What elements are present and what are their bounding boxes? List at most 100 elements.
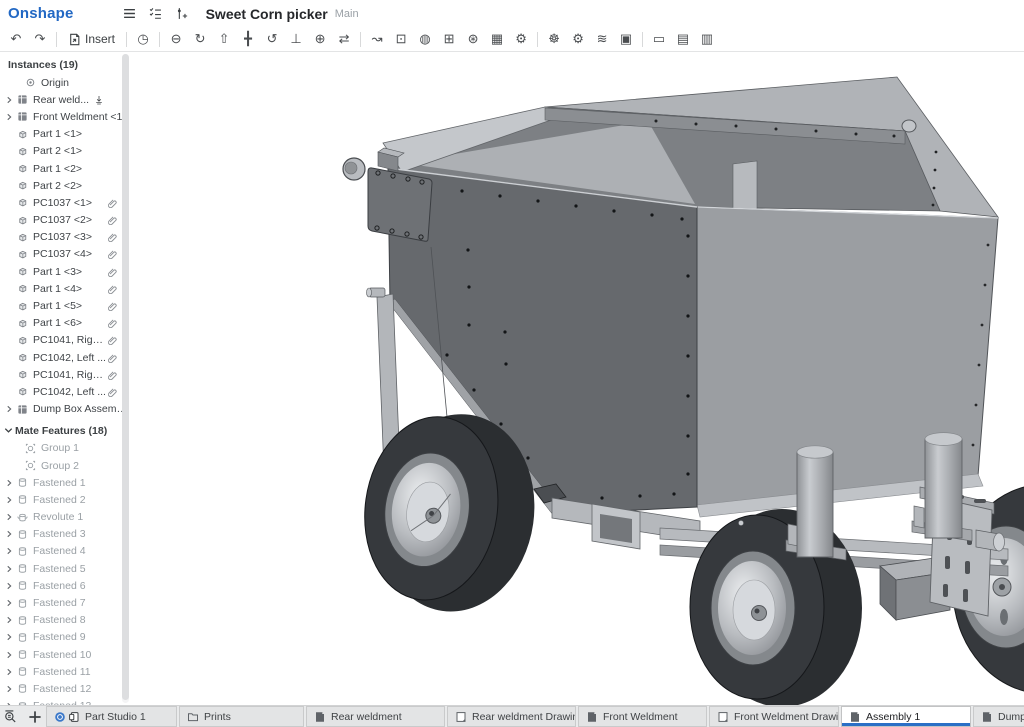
tree-item-part-1-3[interactable]: Part 1 <3> — [0, 263, 130, 280]
limit-mate-icon[interactable]: ⇄ — [332, 27, 356, 51]
bom-icon[interactable]: ▥ — [695, 27, 719, 51]
tree-item-pc1037-3[interactable]: PC1037 <3> — [0, 229, 130, 246]
tree-item-fastened-9[interactable]: Fastened 9 — [0, 629, 130, 646]
chevron-right-icon[interactable] — [4, 546, 17, 556]
tree-item-part-1-1[interactable]: Part 1 <1> — [0, 126, 130, 143]
chevron-right-icon[interactable] — [4, 564, 17, 574]
translate-part-icon[interactable]: ╋ — [236, 27, 260, 51]
chevron-right-icon[interactable] — [4, 404, 17, 414]
mate-relations-icon[interactable]: ⚙ — [509, 27, 533, 51]
tab-part-studio-1[interactable]: Part Studio 1 — [46, 706, 177, 727]
display-states-icon[interactable]: ▭ — [647, 27, 671, 51]
tab-rear-weldment-drawing-1[interactable]: Rear weldment Drawing 1 — [447, 706, 576, 727]
tab-assembly-1[interactable]: Assembly 1 — [841, 706, 971, 727]
chevron-right-icon[interactable] — [4, 529, 17, 539]
drag-part-icon[interactable]: ⊛ — [461, 27, 485, 51]
rack-pinion-relation-icon[interactable]: ⚙ — [566, 27, 590, 51]
tree-item-fastened-12[interactable]: Fastened 12 — [0, 680, 130, 697]
tree-item-part-1-5[interactable]: Part 1 <5> — [0, 297, 130, 314]
model-sweet-corn-picker[interactable] — [130, 52, 1024, 705]
tree-item-group-2[interactable]: Group 2 — [0, 457, 130, 474]
chevron-right-icon[interactable] — [4, 112, 17, 122]
chevron-right-icon[interactable] — [4, 95, 17, 105]
tasks-list-icon[interactable] — [148, 6, 164, 22]
tree-item-fastened-2[interactable]: Fastened 2 — [0, 491, 130, 508]
tree-item-pc1037-1[interactable]: PC1037 <1> — [0, 194, 130, 211]
onshape-logo[interactable]: Onshape — [8, 5, 74, 22]
mate-features-header[interactable]: Mate Features (18) — [0, 418, 130, 440]
tree-item-fastened-10[interactable]: Fastened 10 — [0, 646, 130, 663]
instances-header[interactable]: Instances (19) — [0, 52, 130, 74]
tree-item-part-2-1[interactable]: Part 2 <1> — [0, 143, 130, 160]
chevron-right-icon[interactable] — [4, 495, 17, 505]
tree-item-pc1037-4[interactable]: PC1037 <4> — [0, 246, 130, 263]
chevron-right-icon[interactable] — [4, 478, 17, 488]
chevron-down-icon[interactable] — [3, 425, 15, 436]
history-icon[interactable]: ◷ — [131, 27, 155, 51]
create-version-icon[interactable] — [174, 6, 190, 22]
tree-item-pc1041-right[interactable]: PC1041, Right ... — [0, 332, 130, 349]
comment-icon[interactable]: ▤ — [671, 27, 695, 51]
redo-icon[interactable]: ↷ — [28, 27, 52, 51]
tree-item-pc1042-left[interactable]: PC1042, Left ... — [0, 349, 130, 366]
3d-viewport[interactable] — [130, 52, 1024, 705]
explode-view-icon[interactable]: ⊞ — [437, 27, 461, 51]
tab-front-weldment[interactable]: Front Weldment — [578, 706, 707, 727]
chevron-right-icon[interactable] — [4, 598, 17, 608]
post-cylinder-left[interactable] — [797, 446, 833, 557]
chevron-right-icon[interactable] — [4, 581, 17, 591]
post-cylinder-right[interactable] — [925, 433, 962, 538]
tree-item-dump-box-assembly[interactable]: Dump Box Assembly ... — [0, 401, 130, 418]
tab-prints[interactable]: Prints — [179, 706, 304, 727]
rotate-part-icon[interactable]: ↺ — [260, 27, 284, 51]
rear-left-wheel[interactable] — [690, 509, 862, 705]
hamburger-menu-icon[interactable] — [122, 6, 138, 22]
screw-relation-icon[interactable]: ≋ — [590, 27, 614, 51]
tree-item-part-1-4[interactable]: Part 1 <4> — [0, 280, 130, 297]
revolute-mate-icon[interactable]: ↻ — [188, 27, 212, 51]
chevron-right-icon[interactable] — [4, 512, 17, 522]
pattern-icon[interactable]: ▦ — [485, 27, 509, 51]
tree-item-origin[interactable]: Origin — [0, 74, 130, 91]
tree-item-fastened-6[interactable]: Fastened 6 — [0, 577, 130, 594]
gear-relation-icon[interactable]: ☸ — [542, 27, 566, 51]
chevron-right-icon[interactable] — [4, 667, 17, 677]
chevron-right-icon[interactable] — [4, 650, 17, 660]
mate-icon[interactable]: ⊖ — [164, 27, 188, 51]
tree-item-fastened-3[interactable]: Fastened 3 — [0, 526, 130, 543]
tree-item-revolute-1[interactable]: Revolute 1 — [0, 509, 130, 526]
tree-item-fastened-5[interactable]: Fastened 5 — [0, 560, 130, 577]
undo-icon[interactable]: ↶ — [4, 27, 28, 51]
tree-item-fastened-8[interactable]: Fastened 8 — [0, 612, 130, 629]
tree-item-fastened-4[interactable]: Fastened 4 — [0, 543, 130, 560]
replicate-icon[interactable]: ▣ — [614, 27, 638, 51]
tree-item-pc1037-2[interactable]: PC1037 <2> — [0, 212, 130, 229]
tree-item-fastened-1[interactable]: Fastened 1 — [0, 474, 130, 491]
tab-rear-weldment[interactable]: Rear weldment — [306, 706, 445, 727]
tree-item-fastened-13[interactable]: Fastened 13 — [0, 698, 130, 705]
sidebar-scrollbar-thumb[interactable] — [122, 54, 129, 700]
insert-button[interactable]: Insert — [61, 32, 122, 46]
tree-item-part-1-6[interactable]: Part 1 <6> — [0, 315, 130, 332]
tree-item-part-2-2[interactable]: Part 2 <2> — [0, 177, 130, 194]
chevron-right-icon[interactable] — [4, 615, 17, 625]
tree-item-pc1041-right[interactable]: PC1041, Right ... — [0, 366, 130, 383]
tree-item-group-1[interactable]: Group 1 — [0, 440, 130, 457]
tree-item-part-1-2[interactable]: Part 1 <2> — [0, 160, 130, 177]
tree-item-pc1042-left[interactable]: PC1042, Left ... — [0, 383, 130, 400]
planar-mate-icon[interactable]: ⊕ — [308, 27, 332, 51]
tab-dump[interactable]: Dump — [973, 706, 1024, 727]
animate-icon[interactable]: ↝ — [365, 27, 389, 51]
tree-item-rear-weld[interactable]: Rear weld... — [0, 91, 130, 108]
tree-item-front-weldment-1[interactable]: Front Weldment <1> — [0, 108, 130, 125]
tab-front-weldment-drawin[interactable]: Front Weldment Drawin... — [709, 706, 839, 727]
tree-item-fastened-7[interactable]: Fastened 7 — [0, 594, 130, 611]
chevron-right-icon[interactable] — [4, 684, 17, 694]
chevron-right-icon[interactable] — [4, 632, 17, 642]
search-tabs-icon[interactable] — [4, 709, 18, 725]
new-tab-icon[interactable] — [28, 709, 42, 725]
fastened-mate-icon[interactable]: ⇧ — [212, 27, 236, 51]
snap-mode-icon[interactable]: ⊥ — [284, 27, 308, 51]
select-other-icon[interactable]: ⊡ — [389, 27, 413, 51]
named-positions-icon[interactable]: ◍ — [413, 27, 437, 51]
